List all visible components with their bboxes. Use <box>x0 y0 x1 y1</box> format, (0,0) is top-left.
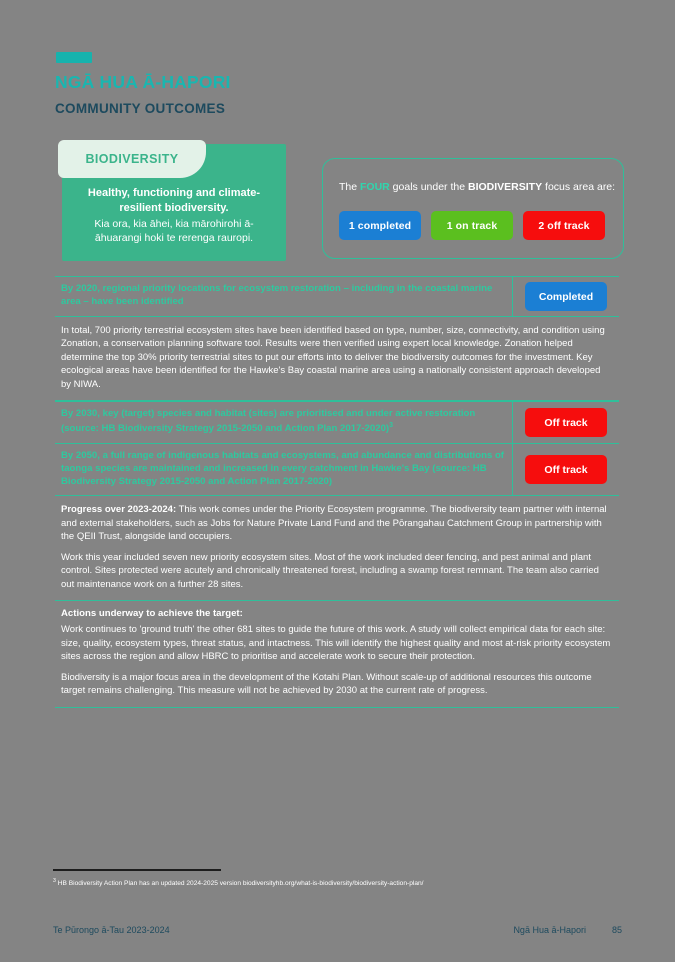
actions-heading: Actions underway to achieve the target: <box>61 608 243 620</box>
intro-goal-count: FOUR <box>360 181 390 193</box>
goal-status-pills: 1 completed 1 on track 2 off track <box>339 211 605 240</box>
goal-summary-intro: The FOUR goals under the BIODIVERSITY fo… <box>339 181 616 193</box>
progress-paragraph-2: Work this year included seven new priori… <box>61 551 599 590</box>
intro-focus-area: BIODIVERSITY <box>468 181 543 193</box>
actions-paragraph-2: Biodiversity is a major focus area in th… <box>61 671 592 697</box>
status-badge: Off track <box>525 455 607 485</box>
table-row: By 2030, key (target) species and habita… <box>55 401 619 445</box>
footnote: 3 HB Biodiversity Action Plan has an upd… <box>53 878 613 889</box>
page-canvas: NGĀ HUA Ā-HAPORI COMMUNITY OUTCOMES BIOD… <box>0 0 675 962</box>
actions-paragraph-1: Work continues to 'ground truth' the oth… <box>61 624 611 663</box>
intro-prefix: The <box>339 181 361 193</box>
footer-right-group: Ngā Hua ā-Hapori 85 <box>513 925 622 935</box>
goal-2-text: By 2030, key (target) species and habita… <box>55 402 513 444</box>
status-pill-off-track: 2 off track <box>523 211 605 240</box>
teal-accent-mark <box>56 52 92 63</box>
progress-block: Progress over 2023-2024: This work comes… <box>55 496 619 602</box>
biodiversity-statement-block: Healthy, functioning and climate-resilie… <box>62 186 286 246</box>
goal-2-status-cell: Off track <box>513 402 619 443</box>
status-pill-completed: 1 completed <box>339 211 421 240</box>
table-row: By 2050, a full range of indigenous habi… <box>55 444 619 497</box>
goal-summary-box: The FOUR goals under the BIODIVERSITY fo… <box>322 158 624 259</box>
page-title-maori: NGĀ HUA Ā-HAPORI <box>55 72 231 92</box>
page-title-english: COMMUNITY OUTCOMES <box>55 101 226 116</box>
footer-section-label: Ngā Hua ā-Hapori <box>513 925 586 935</box>
goal-1-status-cell: Completed <box>513 277 619 316</box>
goal-1-body-block: In total, 700 priority terrestrial ecosy… <box>55 317 619 402</box>
status-badge: Off track <box>525 408 607 438</box>
biodiversity-statement-maori: Kia ora, kia āhei, kia mārohirohi ā-āhua… <box>94 218 254 244</box>
footnote-divider <box>53 869 221 871</box>
goal-3-text: By 2050, a full range of indigenous habi… <box>55 444 513 496</box>
footer-document-title: Te Pūrongo ā-Tau 2023-2024 <box>53 925 170 935</box>
goal-1-text: By 2020, regional priority locations for… <box>55 277 513 316</box>
goal-3-status-cell: Off track <box>513 444 619 495</box>
footer-page-number: 85 <box>611 925 622 935</box>
biodiversity-focus-card: BIODIVERSITY Healthy, functioning and cl… <box>58 140 286 261</box>
table-row: By 2020, regional priority locations for… <box>55 276 619 317</box>
intro-suffix: focus area are: <box>542 181 616 193</box>
status-pill-on-track: 1 on track <box>431 211 513 240</box>
progress-heading: Progress over 2023-2024: <box>61 504 177 516</box>
actions-block: Actions underway to achieve the target: … <box>55 601 619 708</box>
biodiversity-statement-english: Healthy, functioning and climate-resilie… <box>87 187 261 214</box>
status-badge: Completed <box>525 282 607 311</box>
footnote-text: HB Biodiversity Action Plan has an updat… <box>55 880 424 888</box>
intro-middle: goals under the <box>389 181 468 193</box>
goal-2-footnote-marker: 3 <box>389 422 394 430</box>
goal-2-label: By 2030, key (target) species and habita… <box>61 408 476 435</box>
goals-table: By 2020, regional priority locations for… <box>55 276 619 708</box>
progress-paragraph-1: Progress over 2023-2024: This work comes… <box>61 503 611 543</box>
goal-1-body-paragraph: In total, 700 priority terrestrial ecosy… <box>61 325 605 390</box>
biodiversity-tab: BIODIVERSITY <box>58 140 206 178</box>
biodiversity-tab-label: BIODIVERSITY <box>85 152 179 166</box>
